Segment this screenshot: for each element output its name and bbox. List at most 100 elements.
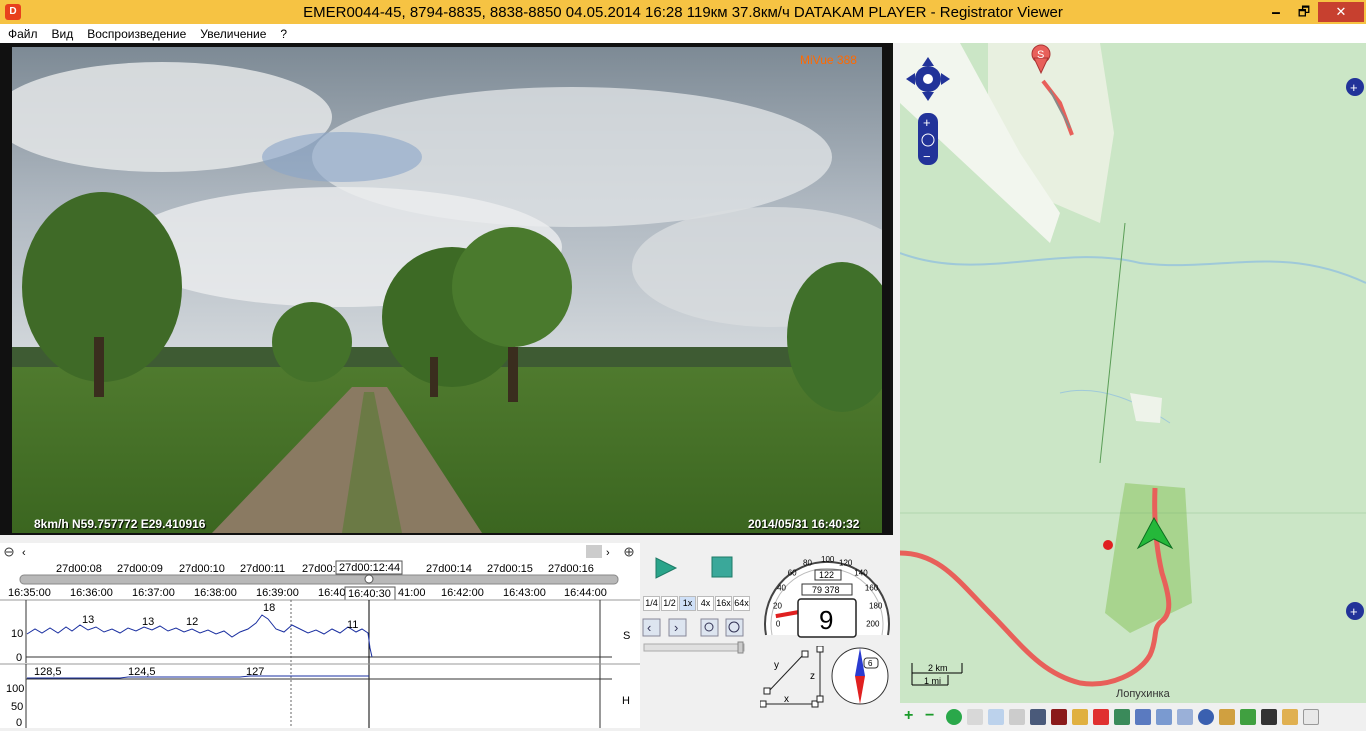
speed-annotation: 13 <box>142 616 154 628</box>
camera-brand-label: MiVue 388 <box>800 53 857 67</box>
compass: 6 <box>831 647 889 705</box>
track-slider[interactable] <box>19 574 619 585</box>
title-bar: D EMER0044-45, 8794-8835, 8838-8850 04.0… <box>0 0 1366 24</box>
svg-text:‹: ‹ <box>647 620 651 635</box>
current-speed: 9 <box>819 605 833 635</box>
play-button[interactable] <box>655 557 678 579</box>
minimize-button[interactable]: 🗕 <box>1262 2 1290 22</box>
speed-1x-button[interactable]: 1x <box>679 596 696 611</box>
scroll-right-icon[interactable]: › <box>606 547 610 559</box>
speed-64x-button[interactable]: 64x <box>733 596 750 611</box>
time-label: 16:42:00 <box>441 587 484 599</box>
time-label: 16:35:00 <box>8 587 51 599</box>
map-zoom-in-icon[interactable]: + <box>923 115 931 130</box>
remove-icon[interactable]: − <box>925 708 941 725</box>
odometer-value: 79 378 <box>812 585 840 595</box>
speedometer-tick: 100 <box>821 555 835 564</box>
time-label: 16:37:00 <box>132 587 175 599</box>
window-icon[interactable] <box>1156 709 1172 725</box>
menu-help[interactable]: ? <box>280 27 287 41</box>
layers-icon[interactable] <box>1177 709 1193 725</box>
time-label: 16:38:00 <box>194 587 237 599</box>
speed-annotation: 18 <box>263 602 275 614</box>
map-svg: S Лопухинка + − + + 2 km 1 mi <box>900 43 1366 703</box>
frame-label: 27d00:09 <box>117 563 163 575</box>
menu-zoom[interactable]: Увеличение <box>200 27 266 41</box>
height-axis-tick: 100 <box>6 683 24 695</box>
gps-overlay: 8km/h N59.757772 E29.410916 <box>34 517 206 531</box>
frame-label: 27d00:14 <box>426 563 472 575</box>
track-slider-handle[interactable] <box>364 574 374 584</box>
odometer-top: 122 <box>819 570 834 580</box>
refresh-icon[interactable] <box>946 709 962 725</box>
frame-label: 27d00:10 <box>179 563 225 575</box>
video-panel[interactable]: MiVue 388 8km/h N59.757772 E29.410916 20… <box>0 43 893 535</box>
add-icon[interactable]: + <box>904 708 920 725</box>
map-panel[interactable]: S Лопухинка + − + + 2 km 1 mi <box>900 43 1366 703</box>
document-icon[interactable] <box>1303 709 1319 725</box>
svg-text:›: › <box>674 620 678 635</box>
speedometer-tick: 80 <box>803 559 812 568</box>
height-chart[interactable]: 128,5 124,5 127 100 50 0 H <box>6 664 630 729</box>
save-icon[interactable] <box>1030 709 1046 725</box>
export-icon[interactable] <box>1240 709 1256 725</box>
speedometer-tick: 20 <box>773 601 782 610</box>
axis-x-label: x <box>784 694 789 705</box>
speed-half-button[interactable]: 1/2 <box>661 596 678 611</box>
delete-icon[interactable] <box>1009 709 1025 725</box>
track-add-icon[interactable] <box>1114 709 1130 725</box>
speed-axis-tick: 0 <box>16 652 22 664</box>
scroll-thumb[interactable] <box>586 545 602 558</box>
globe-view-icon[interactable] <box>1198 709 1214 725</box>
frame-label: 27d00:11 <box>240 563 285 575</box>
time-label: 16:43:00 <box>503 587 546 599</box>
axis-z-label: z <box>810 671 815 682</box>
frame-label: 27d00:16 <box>548 563 594 575</box>
map-zoom-out-icon[interactable]: − <box>923 149 931 164</box>
fullscreen-icon[interactable] <box>1261 709 1277 725</box>
menu-playback[interactable]: Воспроизведение <box>87 27 186 41</box>
datetime-overlay: 2014/05/31 16:40:32 <box>748 517 860 531</box>
poi-marker[interactable] <box>1103 540 1113 550</box>
volume-slider-handle[interactable] <box>737 641 744 654</box>
speed-quarter-button[interactable]: 1/4 <box>643 596 660 611</box>
time-label: 41:00 <box>398 587 426 599</box>
time-label: 16:36:00 <box>70 587 113 599</box>
volume-slider[interactable] <box>643 643 745 652</box>
height-side-label: H <box>622 695 630 707</box>
scroll-left-icon[interactable]: ‹ <box>22 547 26 559</box>
window-title: EMER0044-45, 8794-8835, 8838-8850 04.05.… <box>303 4 1063 21</box>
speed-16x-button[interactable]: 16x <box>715 596 732 611</box>
key-icon[interactable] <box>1072 709 1088 725</box>
menu-view[interactable]: Вид <box>52 27 74 41</box>
stop-button[interactable] <box>711 556 733 578</box>
svg-text:+: + <box>1350 80 1358 95</box>
speed-4x-button[interactable]: 4x <box>697 596 714 611</box>
current-frame-label: 27d00:12:44 <box>339 562 400 574</box>
menu-file[interactable]: Файл <box>8 27 38 41</box>
speed-annotation: 12 <box>186 616 198 628</box>
speedometer-tick: 120 <box>839 559 853 568</box>
time-label: 16:40 <box>318 587 346 599</box>
speed-annotation: 11 <box>347 619 358 631</box>
step-back-button[interactable] <box>642 618 661 637</box>
menu-bar: Файл Вид Воспроизведение Увеличение ? <box>0 24 1366 43</box>
zoom-out-video-button[interactable] <box>700 618 719 637</box>
copy-icon[interactable] <box>988 709 1004 725</box>
speed-axis-tick: 10 <box>11 628 23 640</box>
frame-label: 27d00: <box>302 563 336 575</box>
maximize-button[interactable]: 🗗 <box>1290 2 1318 22</box>
folder-icon[interactable] <box>1282 709 1298 725</box>
speedometer-tick: 140 <box>854 569 868 578</box>
height-annotation: 127 <box>246 666 264 678</box>
speedometer-tick: 40 <box>777 584 786 593</box>
chart-icon[interactable] <box>1219 709 1235 725</box>
timeline-svg: ‹ › 27d00:08 27d00:09 27d00:10 27d00:11 … <box>0 545 640 729</box>
cancel-icon[interactable] <box>1093 709 1109 725</box>
timeline-panel[interactable]: ‹ › 27d00:08 27d00:09 27d00:10 27d00:11 … <box>0 543 640 729</box>
record-icon[interactable] <box>1051 709 1067 725</box>
close-button[interactable]: ✕ <box>1318 2 1364 22</box>
speedometer-tick: 200 <box>866 619 880 628</box>
start-marker-label: S <box>1037 49 1044 61</box>
frame-icon[interactable] <box>1135 709 1151 725</box>
